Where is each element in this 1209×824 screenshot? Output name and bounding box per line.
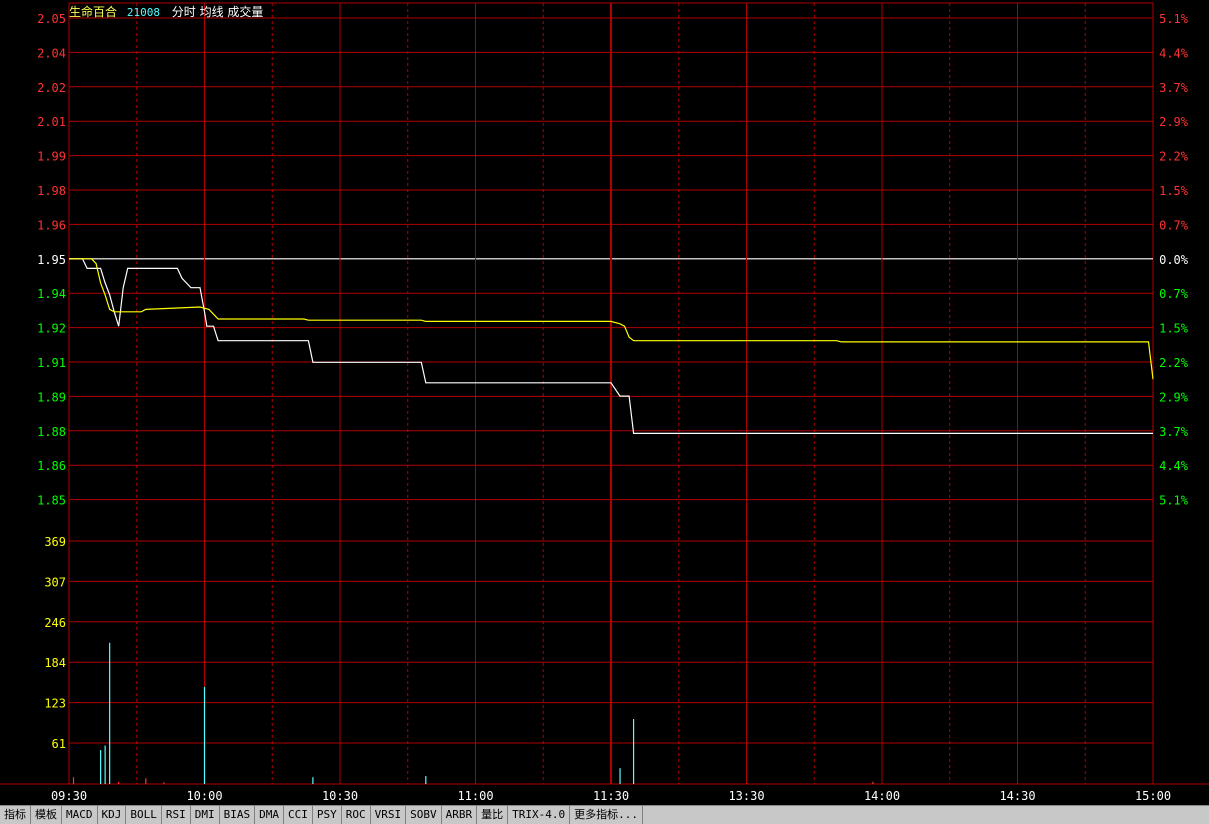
time-tick-label: 09:30 — [51, 789, 87, 803]
tab-roc[interactable]: ROC — [342, 806, 371, 824]
price-tick-label: 1.95 — [37, 253, 66, 267]
percent-tick-label: 0.7% — [1159, 287, 1189, 301]
time-tick-label: 14:00 — [864, 789, 900, 803]
percent-tick-label: 2.2% — [1159, 356, 1189, 370]
intraday-chart: 2.05 5.1% 2.04 4.4% 2.02 3.7% 2.01 2.9% 1.99 2.2%… — [0, 2, 1209, 803]
price-tick-label: 1.89 — [37, 390, 66, 404]
tab-more-indicators[interactable]: 更多指标... — [570, 806, 643, 824]
volume-tick-label: 61 — [52, 737, 66, 751]
time-tick-label: 10:00 — [186, 789, 222, 803]
tab-kdj[interactable]: KDJ — [98, 806, 127, 824]
tab-rsi[interactable]: RSI — [162, 806, 191, 824]
indicator-tab-bar: 指标 模板 MACD KDJ BOLL RSI DMI BIAS DMA CCI… — [0, 805, 1209, 824]
time-tick-label: 10:30 — [322, 789, 358, 803]
chart-header: 生命百合 21008 分时 均线 成交量 — [69, 3, 263, 20]
volume-tick-label: 307 — [44, 575, 66, 589]
time-tick-label: 13:30 — [728, 789, 764, 803]
percent-tick-label: 5.1% — [1159, 12, 1189, 26]
percent-tick-label: 2.9% — [1159, 390, 1189, 404]
percent-tick-label: 3.7% — [1159, 81, 1189, 95]
tab-zhibiao[interactable]: 指标 — [0, 806, 31, 824]
tab-arbr[interactable]: ARBR — [442, 806, 478, 824]
price-tick-label: 1.85 — [37, 494, 66, 508]
percent-tick-label: 2.9% — [1159, 115, 1189, 129]
tab-volume-ratio[interactable]: 量比 — [477, 806, 509, 824]
tab-vrsi[interactable]: VRSI — [371, 806, 407, 824]
time-tick-label: 11:30 — [593, 789, 629, 803]
volume-tick-label: 123 — [44, 697, 66, 711]
volume-tick-label: 184 — [44, 656, 66, 670]
price-tick-label: 1.98 — [37, 184, 66, 198]
tab-trix[interactable]: TRIX-4.0 — [508, 806, 571, 824]
percent-tick-label: 2.2% — [1159, 150, 1189, 164]
price-tick-label: 1.91 — [37, 356, 66, 370]
tab-bias[interactable]: BIAS — [220, 806, 256, 824]
percent-tick-label: 0.7% — [1159, 218, 1189, 232]
percent-tick-label: 5.1% — [1159, 494, 1189, 508]
tab-dmi[interactable]: DMI — [191, 806, 220, 824]
percent-tick-label: 0.0% — [1159, 253, 1189, 267]
price-tick-label: 1.88 — [37, 425, 66, 439]
tab-boll[interactable]: BOLL — [126, 806, 162, 824]
price-tick-label: 2.02 — [37, 81, 66, 95]
price-tick-label: 2.01 — [37, 115, 66, 129]
indicator-names: 分时 均线 成交量 — [171, 5, 264, 19]
tab-cci[interactable]: CCI — [284, 806, 313, 824]
tab-psy[interactable]: PSY — [313, 806, 342, 824]
price-tick-label: 1.92 — [37, 322, 66, 336]
time-tick-label: 11:00 — [457, 789, 493, 803]
percent-tick-label: 1.5% — [1159, 184, 1189, 198]
price-tick-label: 1.99 — [37, 150, 66, 164]
time-tick-label: 15:00 — [1135, 789, 1171, 803]
percent-tick-label: 4.4% — [1159, 46, 1189, 60]
volume-tick-label: 369 — [44, 535, 66, 549]
tab-dma[interactable]: DMA — [255, 806, 284, 824]
percent-tick-label: 4.4% — [1159, 459, 1189, 473]
stock-code: 21008 — [126, 6, 160, 19]
tab-macd[interactable]: MACD — [62, 806, 98, 824]
stock-name: 生命百合 — [69, 5, 118, 19]
percent-tick-label: 3.7% — [1159, 425, 1189, 439]
percent-tick-label: 1.5% — [1159, 322, 1189, 336]
tab-sobv[interactable]: SOBV — [406, 806, 442, 824]
price-tick-label: 2.04 — [37, 46, 66, 60]
price-tick-label: 2.05 — [37, 12, 66, 26]
price-tick-label: 1.94 — [37, 287, 66, 301]
volume-tick-label: 246 — [44, 616, 66, 630]
price-tick-label: 1.96 — [37, 218, 66, 232]
time-tick-label: 14:30 — [999, 789, 1035, 803]
price-tick-label: 1.86 — [37, 459, 66, 473]
tab-template[interactable]: 模板 — [31, 806, 62, 824]
